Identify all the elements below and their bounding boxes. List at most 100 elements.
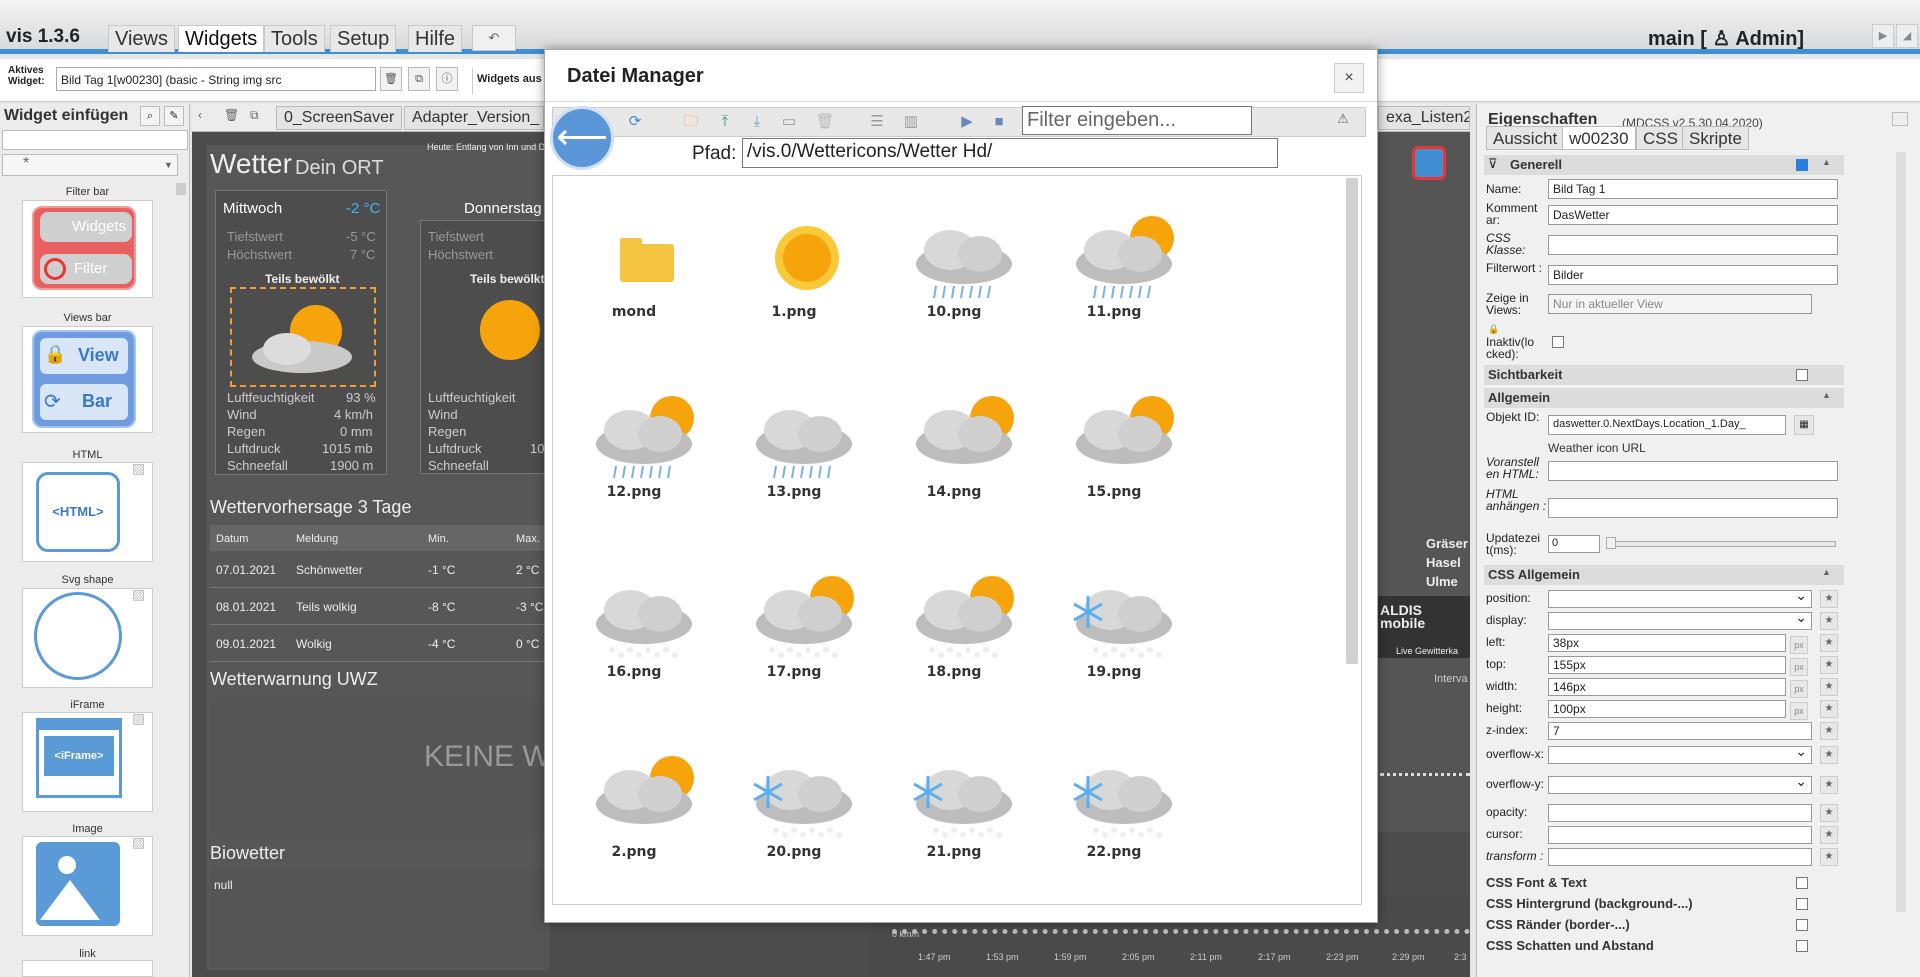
star-icon[interactable]: ★ <box>1820 634 1838 652</box>
css-prop-input[interactable]: 100px <box>1548 700 1786 718</box>
pin-icon[interactable]: ✎ <box>164 106 184 126</box>
file-grid-scrollbar[interactable] <box>1346 178 1358 664</box>
css-schatten-checkbox[interactable] <box>1796 940 1808 952</box>
css-prop-input[interactable]: 7 <box>1548 722 1812 740</box>
section-allgemein[interactable]: Allgemein <box>1484 388 1844 408</box>
file-item[interactable]: 16.png <box>564 556 704 696</box>
section-css-schatten[interactable]: CSS Schatten und Abstand <box>1486 938 1654 953</box>
trash-icon[interactable]: 🗑 <box>224 108 239 122</box>
list-view-icon[interactable]: ☰ <box>866 111 888 133</box>
menu-views[interactable]: Views <box>108 25 175 52</box>
px-unit-button[interactable]: px <box>1790 636 1808 654</box>
generell-checkbox[interactable] <box>1796 159 1808 171</box>
file-item[interactable]: 1.png <box>724 196 864 336</box>
file-item[interactable]: 22.png <box>1044 736 1184 876</box>
download-icon[interactable]: ⤓ <box>746 111 768 133</box>
tab-screensaver[interactable]: 0_ScreenSaver <box>276 106 403 130</box>
info-icon[interactable]: ⓘ <box>436 67 458 91</box>
menu-hilfe[interactable]: Hilfe <box>408 25 463 52</box>
file-item[interactable]: 18.png <box>884 556 1024 696</box>
file-item[interactable]: 19.png <box>1044 556 1184 696</box>
chevron-up-icon[interactable]: ▲ <box>1822 157 1831 167</box>
section-css-allgemein[interactable]: CSS Allgemein <box>1484 565 1844 585</box>
file-item[interactable]: 10.png <box>884 196 1024 336</box>
css-klasse-input[interactable] <box>1548 235 1838 255</box>
css-prop-input[interactable]: 155px <box>1548 656 1786 674</box>
delete-icon[interactable]: 🗑 <box>814 111 836 133</box>
name-input[interactable]: Bild Tag 1 <box>1548 179 1838 199</box>
star-icon[interactable]: ★ <box>1820 656 1838 674</box>
file-item[interactable]: 21.png <box>884 736 1024 876</box>
css-raender-checkbox[interactable] <box>1796 919 1808 931</box>
star-icon[interactable]: ★ <box>1820 612 1838 630</box>
warning-icon[interactable]: ⚠ <box>1330 111 1356 133</box>
star-icon[interactable]: ★ <box>1820 804 1838 822</box>
file-item[interactable]: 2.png <box>564 736 704 876</box>
trash-icon[interactable]: 🗑 <box>380 67 402 91</box>
kommentar-input[interactable]: DasWetter <box>1548 205 1838 225</box>
css-prop-input[interactable] <box>1548 804 1812 822</box>
stop-icon[interactable]: ■ <box>988 111 1010 133</box>
file-item[interactable]: 12.png <box>564 376 704 516</box>
slider-handle[interactable] <box>1606 537 1616 549</box>
minimize-icon[interactable] <box>1892 112 1908 126</box>
star-icon[interactable]: ★ <box>1820 776 1838 794</box>
rename-icon[interactable]: ▭ <box>778 111 800 133</box>
section-css-font[interactable]: CSS Font & Text <box>1486 875 1587 890</box>
path-input[interactable]: /vis.0/Wettericons/Wetter Hd/ <box>742 138 1278 168</box>
star-icon[interactable]: ★ <box>1820 678 1838 696</box>
updatezeit-slider[interactable] <box>1606 541 1836 547</box>
zeige-select[interactable]: Nur in aktueller View <box>1548 294 1812 314</box>
file-item[interactable]: 20.png <box>724 736 864 876</box>
menu-tools[interactable]: Tools <box>264 25 325 52</box>
properties-scrollbar[interactable] <box>1896 152 1906 912</box>
weather-app-icon[interactable] <box>1412 146 1446 180</box>
file-item[interactable]: 14.png <box>884 376 1024 516</box>
refresh-icon[interactable]: ⟳ <box>624 111 646 133</box>
section-css-hintergrund[interactable]: CSS Hintergrund (background-...) <box>1486 896 1693 911</box>
chevron-up-icon[interactable]: ▲ <box>1822 567 1831 577</box>
file-item[interactable]: mond <box>564 196 704 336</box>
palette-search-input[interactable] <box>2 130 188 150</box>
star-icon[interactable]: ★ <box>1820 590 1838 608</box>
back-button[interactable]: ⟵ <box>550 106 614 170</box>
copy-icon[interactable]: ⧉ <box>250 108 259 123</box>
play-icon[interactable]: ▶ <box>956 111 978 133</box>
anhaengen-input[interactable] <box>1548 498 1838 518</box>
px-unit-button[interactable]: px <box>1790 658 1808 676</box>
expand-icon[interactable]: ◢ <box>1896 24 1918 48</box>
chevron-up-icon[interactable]: ▲ <box>1822 390 1831 400</box>
search-icon[interactable]: ⌕ <box>140 106 160 126</box>
css-hintergrund-checkbox[interactable] <box>1796 898 1808 910</box>
updatezeit-input[interactable]: 0 <box>1548 535 1600 553</box>
star-icon[interactable]: ★ <box>1820 700 1838 718</box>
upload-icon[interactable]: ⤒ <box>714 111 736 133</box>
close-button[interactable]: × <box>1334 63 1364 93</box>
tab-skripte[interactable]: Skripte <box>1682 126 1749 150</box>
css-font-checkbox[interactable] <box>1796 877 1808 889</box>
css-prop-input[interactable] <box>1548 848 1812 866</box>
section-css-raender[interactable]: CSS Ränder (border-...) <box>1486 917 1630 932</box>
tab-widget-id[interactable]: w00230 <box>1562 126 1636 150</box>
chevron-left-icon[interactable]: ‹ <box>198 108 202 122</box>
css-prop-input[interactable]: 146px <box>1548 678 1786 696</box>
sichtbarkeit-checkbox[interactable] <box>1796 369 1808 381</box>
tab-alexa-listen[interactable]: exa_Listen2 <box>1378 106 1470 130</box>
css-prop-select[interactable]: ⌄ <box>1548 773 1812 794</box>
inaktiv-checkbox[interactable] <box>1552 336 1564 348</box>
file-item[interactable]: 15.png <box>1044 376 1184 516</box>
icon-view-icon[interactable]: ▥ <box>900 111 922 133</box>
selected-image-widget[interactable] <box>230 287 376 387</box>
file-item[interactable]: 13.png <box>724 376 864 516</box>
css-prop-input[interactable] <box>1548 826 1812 844</box>
active-widget-select[interactable]: Bild Tag 1[w00230] (basic - String img s… <box>56 67 376 91</box>
play-icon[interactable]: ▶ <box>1872 24 1894 48</box>
tab-adapter-version[interactable]: Adapter_Version_ <box>404 106 544 130</box>
star-icon[interactable]: ★ <box>1820 722 1838 740</box>
palette-item-link[interactable] <box>22 960 153 977</box>
list-icon[interactable]: ▦ <box>1794 415 1814 435</box>
section-generell[interactable]: Generell <box>1484 155 1844 175</box>
menu-setup[interactable]: Setup <box>330 25 397 52</box>
tab-aussicht[interactable]: Aussicht <box>1486 126 1565 150</box>
px-unit-button[interactable]: px <box>1790 680 1808 698</box>
